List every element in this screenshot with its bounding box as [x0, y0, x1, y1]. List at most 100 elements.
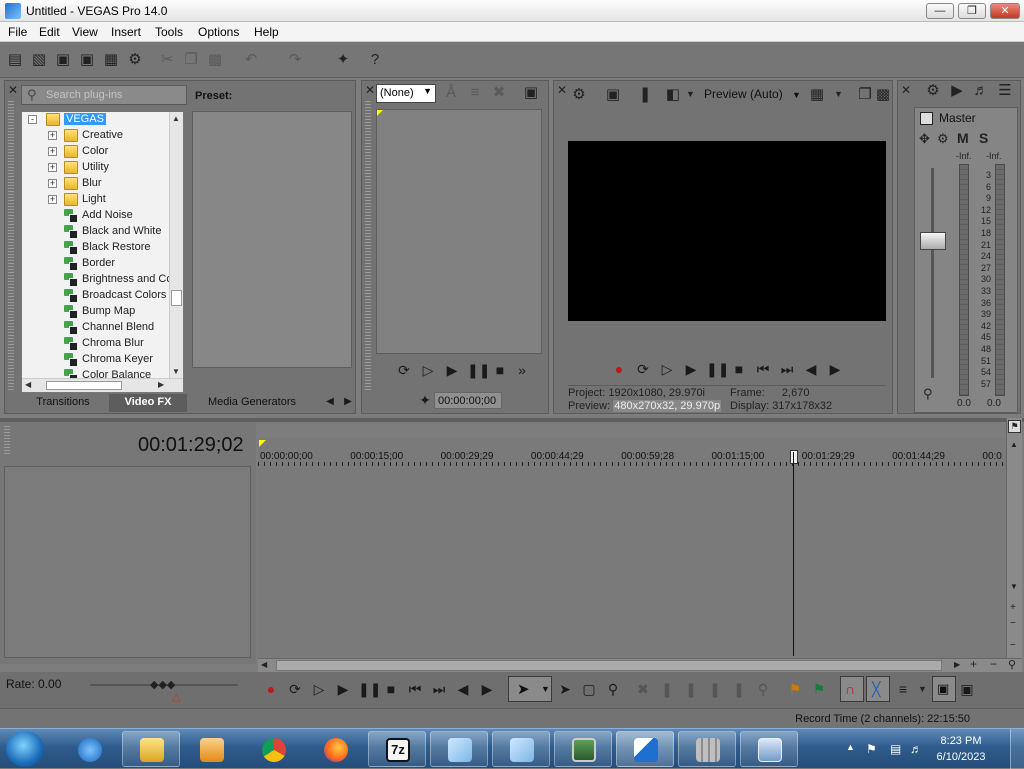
taskbar-remote-desktop[interactable] — [740, 731, 798, 767]
insert-region-icon[interactable]: ⚑ — [810, 681, 828, 697]
delete-event-icon[interactable]: ✖ — [634, 681, 652, 697]
timeline-grip[interactable] — [4, 426, 10, 456]
mixer-settings-icon[interactable]: ☰ — [996, 82, 1014, 100]
speaker-icon[interactable]: ♬ — [972, 82, 990, 100]
tree-effect-item[interactable]: Black Restore — [22, 240, 172, 256]
tree-root[interactable]: - VEGAS — [22, 112, 172, 128]
volume-fader[interactable] — [920, 232, 946, 250]
fx-icon[interactable]: ⚙ — [937, 131, 949, 147]
maximize-button[interactable]: ❐ — [958, 3, 986, 19]
fader-track[interactable] — [931, 168, 934, 378]
taskbar-file-explorer[interactable] — [122, 731, 180, 767]
taskbar-media-player[interactable] — [182, 731, 240, 767]
timeline-marker-flag-icon[interactable]: ⚑ — [1008, 420, 1021, 433]
mute-button[interactable]: M — [957, 130, 969, 146]
ignore-grouping-icon[interactable]: ▣ — [958, 681, 976, 697]
trimmer-view[interactable] — [376, 109, 542, 354]
start-button[interactable] — [6, 731, 44, 767]
mixer-gear-icon[interactable]: ⚙ — [924, 82, 942, 100]
taskbar-app-grid[interactable] — [678, 731, 736, 767]
timeline-play-icon[interactable]: ▶ — [334, 681, 352, 697]
timeline-stop-icon[interactable]: ■ — [382, 681, 400, 697]
track-list[interactable] — [4, 466, 251, 658]
tree-effect-item[interactable]: Chroma Keyer — [22, 352, 172, 368]
show-desktop-button[interactable] — [1010, 729, 1024, 769]
menu-view[interactable]: View — [72, 25, 98, 39]
timeline-loop-icon[interactable]: ⟳ — [286, 681, 304, 697]
close-button[interactable]: ✕ — [990, 3, 1020, 19]
timeline-scroll-thumb[interactable] — [276, 660, 942, 671]
lock-icon[interactable]: ⚲ — [923, 386, 933, 402]
split-icon[interactable]: ❚ — [730, 681, 748, 697]
taskbar-monitor-app[interactable] — [554, 731, 612, 767]
taskbar-vegas-pro[interactable] — [616, 731, 674, 767]
stop-icon[interactable]: ■ — [730, 361, 748, 377]
taskbar-internet-explorer[interactable] — [60, 731, 118, 767]
tree-effect-item[interactable]: Brightness and Co — [22, 272, 173, 288]
pause-icon[interactable]: ❚❚ — [706, 361, 729, 377]
selection-tool-icon[interactable]: ▢ — [580, 681, 598, 697]
tree-effect-item[interactable]: Channel Blend — [22, 320, 172, 336]
play-from-start-icon[interactable]: ▷ — [658, 361, 676, 377]
tab-scroll-right-icon[interactable]: ▶ — [339, 394, 357, 410]
timeline-horizontal-scrollbar[interactable]: ◀ ▶ + − ⚲ — [258, 657, 1022, 672]
gear-icon[interactable]: ⚙ — [126, 51, 144, 69]
menu-help[interactable]: Help — [254, 25, 279, 39]
preview-quality-select[interactable]: Preview (Auto) ▼ — [704, 87, 801, 101]
trimmer-loop-icon[interactable]: ⟳ — [395, 362, 413, 378]
go-to-start-icon[interactable]: ⏮ — [754, 361, 772, 377]
auto-crossfade-button[interactable]: ╳ — [866, 676, 890, 702]
save-snapshot-icon[interactable]: ▩ — [874, 86, 892, 104]
spellcheck-icon[interactable]: Å — [442, 84, 460, 102]
lock-envelopes-button[interactable]: ▣ — [932, 676, 956, 702]
tree-effect-item[interactable]: Border — [22, 256, 172, 272]
tree-horizontal-scrollbar[interactable]: ◀ ▶ — [22, 378, 183, 392]
trimmer-screen-icon[interactable]: ▣ — [522, 84, 540, 102]
ripple-edit-icon[interactable]: ≡ — [894, 681, 912, 697]
record-icon[interactable]: ● — [610, 361, 628, 377]
trimmer-pause-icon[interactable]: ❚❚ — [467, 362, 490, 378]
menu-edit[interactable]: Edit — [39, 25, 60, 39]
timeline-record-icon[interactable]: ● — [262, 681, 280, 697]
loop-icon[interactable]: ⟳ — [634, 361, 652, 377]
menu-options[interactable]: Options — [198, 25, 239, 39]
menu-tools[interactable]: Tools — [155, 25, 183, 39]
plugin-tree[interactable]: - VEGAS + Creative + Color + Utility + Blur + Lig… — [21, 111, 184, 393]
close-mixer-icon[interactable]: ✕ — [901, 83, 911, 97]
zoom-tool-icon[interactable]: ⚲ — [1008, 658, 1016, 671]
trimmer-media-select[interactable]: (None) ▼ — [376, 84, 436, 103]
hscroll-thumb[interactable] — [46, 381, 122, 390]
zoom-in-horizontal-icon[interactable]: + — [970, 657, 977, 671]
render-icon[interactable]: ▦ — [102, 51, 120, 69]
timeline-play-from-start-icon[interactable]: ▷ — [310, 681, 328, 697]
preset-list[interactable] — [192, 111, 352, 368]
master-select-checkbox[interactable] — [920, 112, 933, 125]
action-center-flag-icon[interactable]: ⚑ — [866, 742, 877, 756]
timeline-go-start-icon[interactable]: ⏮ — [406, 681, 424, 697]
trim-icon[interactable]: ❚ — [658, 681, 676, 697]
trim-start-icon[interactable]: ❚ — [682, 681, 700, 697]
play-icon[interactable]: ▶ — [682, 361, 700, 377]
show-hidden-icons[interactable]: ▲ — [846, 742, 855, 752]
undo-icon[interactable]: ↶ — [242, 51, 260, 69]
taskbar-7zip[interactable]: 7z — [368, 731, 426, 767]
timeline-go-end-icon[interactable]: ⏭ — [430, 681, 448, 697]
plugin-icon[interactable]: ✦ — [334, 51, 352, 69]
tree-vertical-scrollbar[interactable]: ▲ ▼ — [169, 112, 183, 378]
taskbar-firefox[interactable] — [306, 731, 364, 767]
tree-effect-item[interactable]: Broadcast Colors — [22, 288, 172, 304]
close-panel-icon[interactable]: ✕ — [8, 83, 18, 97]
save-icon[interactable]: ▣ — [54, 51, 72, 69]
menu-file[interactable]: File — [8, 25, 27, 39]
tree-folder-light[interactable]: + Light — [22, 192, 172, 208]
delete-icon[interactable]: ✖ — [490, 84, 508, 102]
expand-icon[interactable]: + — [48, 179, 57, 188]
split-screen-icon[interactable]: ❚ — [636, 86, 654, 104]
expand-icon[interactable]: + — [48, 131, 57, 140]
tree-folder-creative[interactable]: + Creative — [22, 128, 172, 144]
trimmer-play-from-start-icon[interactable]: ▷ — [419, 362, 437, 378]
external-monitor-icon[interactable]: ▣ — [604, 86, 622, 104]
tab-transitions[interactable]: Transitions — [21, 394, 105, 412]
tab-scroll-left-icon[interactable]: ◀ — [321, 394, 339, 410]
next-frame-icon[interactable]: ▶ — [826, 361, 844, 377]
